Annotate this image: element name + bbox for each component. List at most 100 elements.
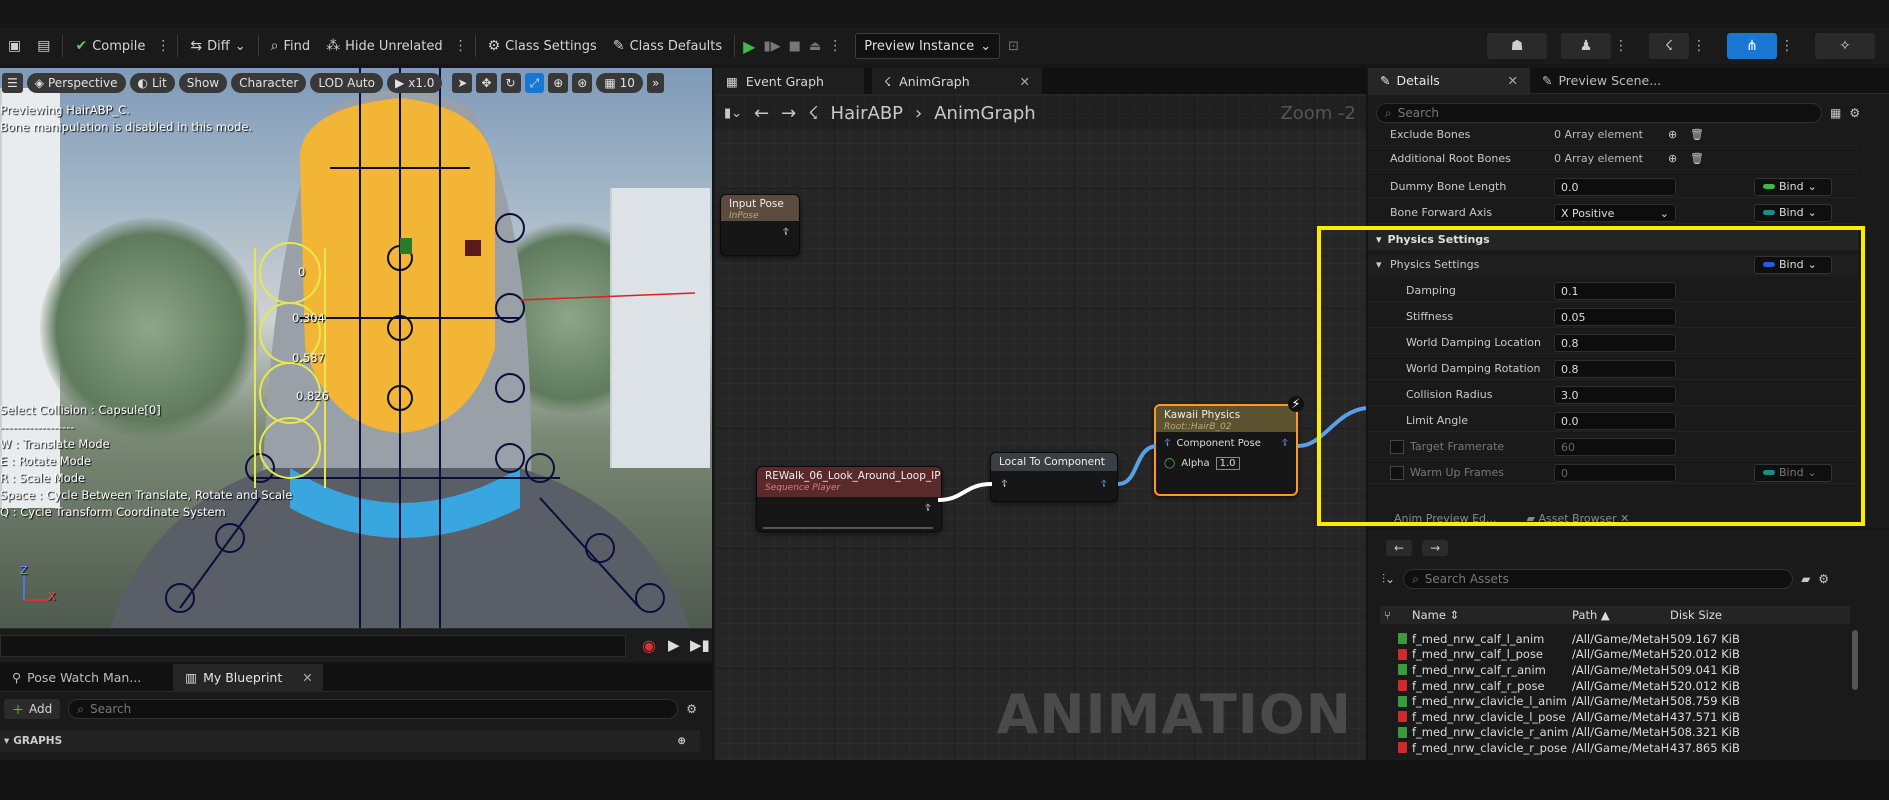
bind-dropdown[interactable]: Bind ⌄: [1754, 203, 1832, 222]
gear-icon[interactable]: ⚙: [1818, 572, 1829, 586]
output-pin-icon[interactable]: ☦: [1101, 479, 1108, 490]
tab-event-graph[interactable]: ▦ Event Graph: [714, 68, 864, 94]
viewport-menu-button[interactable]: ☰: [2, 73, 23, 93]
play-icon[interactable]: ▶: [668, 636, 680, 654]
table-row[interactable]: f_med_nrw_clavicle_r_pose/All/Game/MetaH…: [1380, 740, 1850, 756]
select-tool-button[interactable]: ➤: [452, 73, 473, 93]
world-local-button[interactable]: ⊕: [548, 73, 569, 93]
close-icon[interactable]: ✕: [1020, 74, 1030, 89]
play-options-icon[interactable]: ⋮: [825, 38, 845, 54]
stop-button[interactable]: ■: [785, 32, 805, 60]
add-element-icon[interactable]: ⊕: [1668, 152, 1677, 165]
physics-mode-button[interactable]: ✧: [1815, 33, 1875, 59]
gear-icon[interactable]: ⚙: [686, 702, 697, 716]
back-arrow-icon[interactable]: ←: [754, 103, 769, 124]
graphs-section[interactable]: ▾ GRAPHS ⊕: [0, 730, 700, 752]
add-element-icon[interactable]: ⊕: [1668, 128, 1677, 141]
surface-snap-button[interactable]: ⊛: [572, 73, 593, 93]
grid-snap-button[interactable]: ▦ 10: [596, 73, 643, 93]
tab-preview-scene[interactable]: ✎ Preview Scene...: [1530, 68, 1673, 95]
scale-tool-button[interactable]: ⤢: [524, 73, 545, 93]
bone-forward-axis-select[interactable]: X Positive ⌄: [1554, 203, 1676, 222]
kawaii-physics-node[interactable]: Kawaii Physics Root::HairB_02 ☦ Component …: [1154, 404, 1298, 496]
add-button[interactable]: ＋ Add: [4, 699, 61, 719]
column-path[interactable]: Path ▲: [1572, 608, 1610, 622]
local-to-component-node[interactable]: Local To Component ☦ ☦: [990, 452, 1118, 502]
output-pin[interactable]: ☦: [757, 497, 941, 520]
output-pin-icon[interactable]: ☦: [1282, 438, 1289, 449]
table-row[interactable]: f_med_nrw_calf_l_anim/All/Game/MetaH 509.…: [1380, 631, 1850, 647]
dummy-bone-length-input[interactable]: 0.0: [1554, 177, 1676, 196]
trash-icon[interactable]: 🗑: [1690, 128, 1704, 141]
alpha-pin[interactable]: ◯ Alpha 1.0: [1156, 455, 1296, 472]
mesh-mode-button[interactable]: ♟: [1561, 33, 1611, 59]
viewport-show-button[interactable]: Show: [178, 73, 228, 93]
blueprint-search-input[interactable]: ⌕ Search: [68, 699, 679, 719]
find-button[interactable]: ⌕ Find: [263, 32, 318, 60]
input-pose-node[interactable]: Input Pose InPose ☦: [720, 194, 800, 256]
viewport-speed-button[interactable]: ▶ x1.0: [386, 73, 443, 93]
playback-timeline[interactable]: ◉ ▶ ▶▮: [0, 628, 712, 662]
trash-icon[interactable]: 🗑: [1690, 152, 1704, 165]
blueprint-mode-button[interactable]: ⋔: [1727, 33, 1777, 59]
anim-graph-canvas[interactable]: Input Pose InPose ☦ REWalk_06_Look_Around…: [714, 68, 1366, 760]
forward-arrow-icon[interactable]: →: [1422, 540, 1449, 556]
viewport-lod-button[interactable]: LOD Auto: [310, 73, 383, 93]
table-row[interactable]: f_med_nrw_calf_r_pose/All/Game/MetaH 520.…: [1380, 678, 1850, 694]
table-row[interactable]: f_med_nrw_calf_l_pose/All/Game/MetaH 520.…: [1380, 647, 1850, 663]
breadcrumb-graph[interactable]: AnimGraph: [934, 103, 1035, 124]
tab-my-blueprint[interactable]: ▥ My Blueprint ✕: [173, 663, 324, 692]
viewport-lit-button[interactable]: ◐ Lit: [129, 73, 175, 93]
step-button[interactable]: ▮▶: [759, 32, 784, 60]
blueprint-options-icon[interactable]: ⋮: [1777, 38, 1797, 54]
skip-end-icon[interactable]: ▶▮: [690, 636, 710, 654]
alpha-value-input[interactable]: 1.0: [1215, 457, 1240, 470]
gear-icon[interactable]: ⚙: [1849, 106, 1860, 120]
diff-button[interactable]: ⇆ Diff ⌄: [182, 32, 253, 60]
compile-options-icon[interactable]: ⋮: [153, 38, 173, 54]
mesh-options-icon[interactable]: ⋮: [1611, 38, 1631, 54]
eject-button[interactable]: ⏏: [805, 32, 825, 60]
translate-tool-button[interactable]: ✥: [476, 73, 497, 93]
more-options-icon[interactable]: ⋮: [451, 38, 471, 54]
close-icon[interactable]: ✕: [302, 670, 312, 685]
table-row[interactable]: f_med_nrw_calf_r_anim/All/Game/MetaH 509.…: [1380, 662, 1850, 678]
output-pin[interactable]: ☦: [721, 221, 799, 244]
skeleton-mode-button[interactable]: ☗: [1487, 33, 1547, 59]
animation-options-icon[interactable]: ⋮: [1689, 38, 1709, 54]
back-arrow-icon[interactable]: ←: [1386, 540, 1413, 556]
close-icon[interactable]: ✕: [1508, 73, 1518, 88]
rotate-tool-button[interactable]: ↻: [500, 73, 521, 93]
column-disk-size[interactable]: Disk Size: [1670, 608, 1722, 622]
table-view-icon[interactable]: ▦: [1830, 106, 1841, 120]
table-row[interactable]: f_med_nrw_clavicle_l_anim/All/Game/MetaH…: [1380, 693, 1850, 709]
save-button[interactable]: ▣: [0, 32, 29, 60]
column-name[interactable]: Name ⇕: [1412, 608, 1459, 622]
filter-icon[interactable]: ⫶⌄: [1382, 572, 1395, 587]
folder-settings-icon[interactable]: ▰: [1801, 572, 1810, 586]
bind-dropdown[interactable]: Bind ⌄: [1754, 177, 1832, 196]
play-button[interactable]: ▶: [739, 32, 759, 60]
tab-pose-watch[interactable]: ⚲ Pose Watch Man...: [0, 664, 153, 692]
viewport-character-button[interactable]: Character: [231, 73, 307, 93]
viewport-more-button[interactable]: »: [646, 73, 665, 93]
asset-scrollbar[interactable]: [1852, 630, 1858, 690]
class-settings-button[interactable]: ⚙ Class Settings: [480, 32, 605, 60]
compile-button[interactable]: ✔ Compile: [67, 32, 153, 60]
preview-instance-dropdown[interactable]: Preview Instance ⌄: [855, 33, 1001, 59]
class-defaults-button[interactable]: ✎ Class Defaults: [605, 32, 730, 60]
preview-viewport[interactable]: ☰ ◈ Perspective ◐ Lit Show Character LOD A…: [0, 68, 712, 628]
add-graph-icon[interactable]: ⊕: [677, 735, 686, 747]
tab-details[interactable]: ✎ Details ✕: [1368, 68, 1530, 95]
browse-button[interactable]: ▤: [29, 32, 58, 60]
input-pin-icon[interactable]: ☦: [1001, 479, 1008, 490]
asset-search-input[interactable]: ⌕ Search Assets: [1403, 569, 1794, 589]
animation-mode-button[interactable]: ☇: [1649, 33, 1689, 59]
tab-anim-graph[interactable]: ☇ AnimGraph ✕: [872, 68, 1042, 94]
bookmark-icon[interactable]: ▮⌄: [724, 106, 742, 121]
hide-unrelated-button[interactable]: ⁂ Hide Unrelated: [318, 32, 451, 60]
viewport-perspective-button[interactable]: ◈ Perspective: [26, 73, 126, 93]
breadcrumb-asset[interactable]: HairABP: [831, 103, 903, 124]
details-search-input[interactable]: ⌕ Search: [1376, 103, 1822, 123]
forward-arrow-icon[interactable]: →: [781, 103, 796, 124]
